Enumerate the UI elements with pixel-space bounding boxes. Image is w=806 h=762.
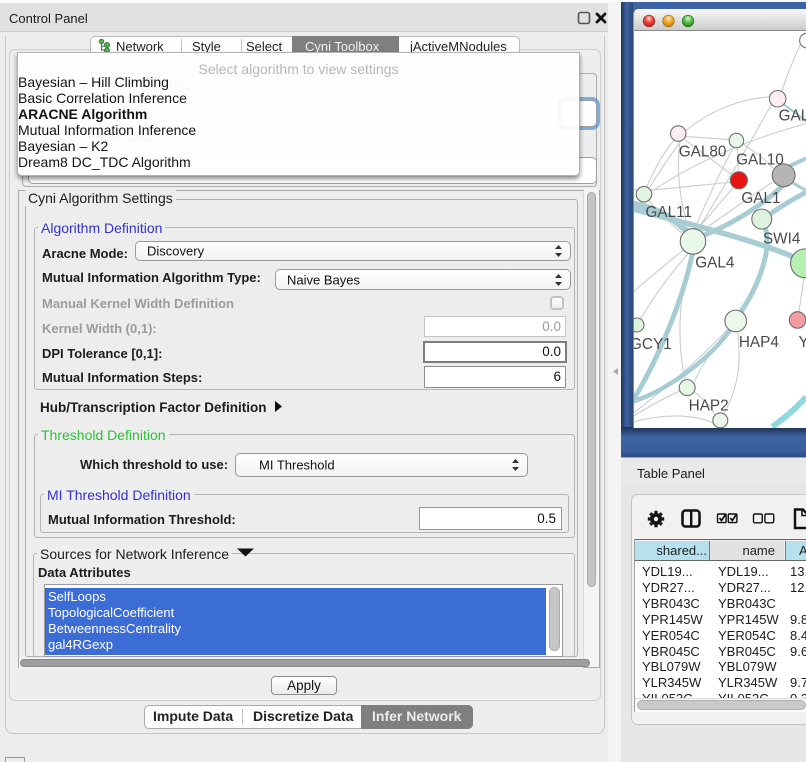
- svg-text:GAL80: GAL80: [679, 143, 727, 160]
- svg-text:SWI4: SWI4: [763, 230, 801, 247]
- svg-text:HAP4: HAP4: [739, 334, 779, 351]
- svg-text:GAL1: GAL1: [741, 190, 780, 207]
- svg-text:GAL10: GAL10: [736, 152, 784, 169]
- svg-text:GAL11: GAL11: [646, 204, 693, 221]
- svg-text:GAL: GAL: [779, 108, 806, 125]
- svg-text:HAP2: HAP2: [689, 397, 729, 414]
- svg-text:Y: Y: [799, 334, 806, 351]
- svg-text:GCY1: GCY1: [633, 336, 672, 353]
- svg-text:GAL4: GAL4: [695, 254, 735, 271]
